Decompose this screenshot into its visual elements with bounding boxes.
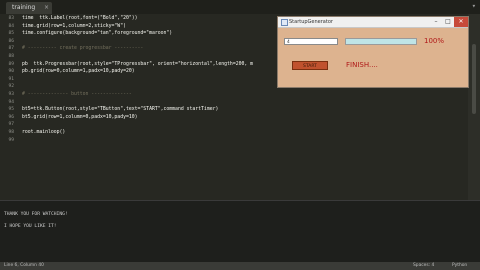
line-number: 98 [8,130,14,135]
code-text: time ttk.Label(root,font=("Bold","20")) [22,16,138,21]
code-text: bt5=ttk.Button(root,style="TButton",text… [22,107,219,113]
tk-window-title: StartupGenerator [289,19,333,25]
finish-label: FINISH.... [346,61,378,69]
indentation-status[interactable]: Spaces: 4 [413,262,434,270]
code-text: pb ttk.Progressbar(root,style="TProgress… [22,61,254,67]
code-line[interactable]: 94 [0,99,468,106]
code-comment: # -------------- button -------------- [22,92,132,97]
line-number: 92 [8,84,14,90]
line-number: 90 [8,69,14,75]
status-bar: Line 6, Column 40 Spaces: 4 Python [0,262,480,270]
scrollbar-thumb[interactable] [472,44,476,114]
tk-app-window: StartupGenerator – □ ✕ 4 100% START FINI… [277,16,469,88]
line-number: 95 [8,107,14,113]
maximize-icon[interactable]: □ [442,17,454,27]
editor-scrollbar[interactable] [468,14,480,200]
editor-tab-label: training [12,4,36,11]
code-text: time.configure(background="tan",foregrou… [22,31,173,37]
line-number: 86 [8,38,14,44]
code-line[interactable]: 93 # -------------- button -------------- [0,91,468,98]
line-number: 84 [8,23,14,29]
code-line[interactable]: 98 root.mainloop() [0,129,468,136]
line-number: 93 [8,92,14,97]
line-number: 97 [8,122,14,128]
line-number: 89 [8,61,14,67]
code-text: root.mainloop() [22,130,66,135]
console-line: I HOPE YOU LIKE IT! [4,224,57,229]
progress-bar [345,38,417,45]
code-comment: # ---------- create progressbar --------… [22,46,144,52]
app-window-icon [281,19,288,26]
line-number: 99 [8,137,14,143]
console-line: THANK YOU FOR WATCHING! [4,212,68,217]
tab-list-chevron-icon[interactable]: ▾ [472,2,476,10]
code-text: bt5.grid(row=1,column=0,padx=10,pady=10) [22,114,138,120]
output-console: THANK YOU FOR WATCHING! I HOPE YOU LIKE … [0,200,480,263]
code-line[interactable]: 96 bt5.grid(row=1,column=0,padx=10,pady=1… [0,114,468,121]
line-number: 88 [8,54,14,59]
progress-percent-label: 100% [424,37,445,45]
line-number: 87 [8,46,14,52]
code-text: pb.grid(row=0,column=1,padx=10,pady=20) [22,69,135,75]
syntax-status[interactable]: Python [452,262,467,270]
tab-close-icon[interactable]: × [44,2,49,14]
editor-tab-bar: training × ▾ [0,0,480,14]
editor-tab-training[interactable]: training × [6,2,52,14]
code-line[interactable]: 95 bt5=ttk.Button(root,style="TButton",te… [0,106,468,113]
line-number: 96 [8,114,14,120]
line-number: 91 [8,76,14,82]
start-button[interactable]: START [292,61,328,70]
code-line[interactable]: 97 [0,121,468,128]
line-number: 94 [8,99,14,105]
minimize-icon[interactable]: – [430,17,442,27]
tk-title-bar[interactable]: StartupGenerator – □ ✕ [278,17,468,28]
line-number: 83 [8,16,14,21]
cursor-position-status: Line 6, Column 40 [4,263,44,268]
progress-bar-fill [346,39,416,44]
code-line[interactable]: 99 [0,137,468,144]
code-text: time.grid(row=1,column=2,sticky="W") [22,23,126,29]
minutes-entry[interactable]: 4 [284,38,338,45]
close-icon[interactable]: ✕ [454,17,468,27]
line-number: 85 [8,31,14,37]
